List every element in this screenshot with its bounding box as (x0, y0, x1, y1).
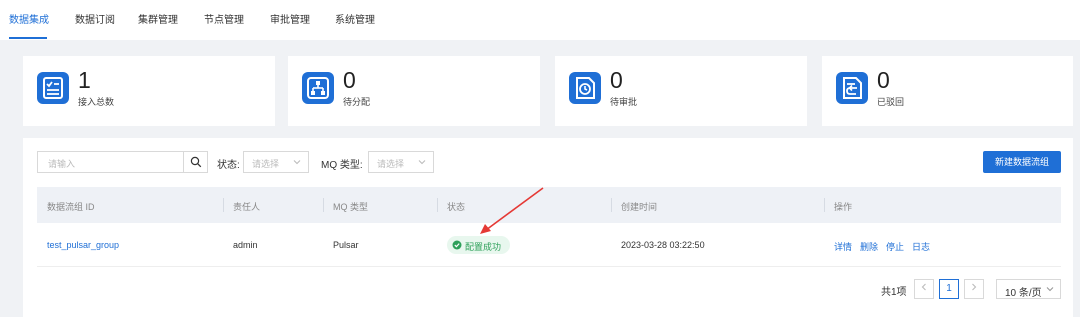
column-header-status: 状态 (447, 202, 466, 212)
table-header: 数据流组 ID 责任人 MQ 类型 状态 创建时间 操作 (37, 187, 1061, 223)
column-separator (611, 198, 612, 212)
tab-data-subscription[interactable]: 数据订阅 (75, 11, 115, 26)
chevron-right-icon (972, 283, 977, 291)
tab-node-management[interactable]: 节点管理 (204, 11, 244, 26)
owner-cell: admin (233, 240, 258, 250)
chevron-down-icon (293, 160, 301, 165)
mq-type-select[interactable]: 请选择 (368, 151, 434, 173)
tab-data-integration[interactable]: 数据集成 (9, 11, 49, 26)
stat-label: 待审批 (610, 97, 638, 107)
detail-action-link[interactable]: 详情 (834, 240, 852, 253)
stat-count: 0 (877, 67, 890, 93)
mq-filter-label: MQ 类型: (321, 160, 363, 171)
search-placeholder: 请输入 (48, 159, 76, 169)
search-input[interactable]: 请输入 (37, 151, 208, 173)
pagination-total: 共1项 (881, 287, 907, 298)
status-select[interactable]: 请选择 (243, 151, 309, 173)
next-page-button[interactable] (964, 279, 984, 299)
column-header-actions: 操作 (834, 202, 853, 212)
stat-label: 已驳回 (877, 97, 905, 107)
status-select-placeholder: 请选择 (252, 159, 280, 169)
status-text: 配置成功 (465, 242, 502, 252)
page-number-button[interactable]: 1 (939, 279, 959, 299)
search-button[interactable] (183, 152, 207, 172)
check-circle-icon (452, 240, 462, 250)
stat-count: 1 (78, 67, 91, 93)
tab-cluster-management[interactable]: 集群管理 (138, 11, 178, 26)
stop-action-link[interactable]: 停止 (886, 240, 904, 253)
column-header-mq-type: MQ 类型 (333, 202, 368, 212)
clock-document-icon (569, 72, 601, 104)
stat-card-total: 1 接入总数 (23, 56, 275, 126)
stat-count: 0 (610, 67, 623, 93)
page-size-value: 10 条/页 (1005, 288, 1042, 299)
page-size-select[interactable]: 10 条/页 (996, 279, 1061, 299)
column-separator (223, 198, 224, 212)
new-data-flow-group-button[interactable]: 新建数据流组 (983, 151, 1061, 173)
stat-count: 0 (343, 67, 356, 93)
stat-card-pending-assign: 0 待分配 (288, 56, 540, 126)
tab-system-management[interactable]: 系统管理 (335, 11, 375, 26)
status-badge: 配置成功 (447, 236, 510, 254)
data-flow-panel: 请输入 状态: 请选择 MQ 类型: 请选择 新建数据流组 数据流组 ID 责任… (23, 138, 1073, 317)
table-row: test_pulsar_group admin Pulsar 配置成功 2023… (37, 223, 1061, 267)
list-check-icon (37, 72, 69, 104)
chevron-down-icon (1046, 287, 1054, 292)
status-filter-label: 状态: (217, 160, 240, 171)
column-separator (323, 198, 324, 212)
chevron-left-icon (921, 283, 926, 291)
top-nav: 数据集成 数据订阅 集群管理 节点管理 审批管理 系统管理 (0, 0, 1080, 40)
column-separator (824, 198, 825, 212)
return-document-icon (836, 72, 868, 104)
stat-card-pending-approval: 0 待审批 (555, 56, 807, 126)
prev-page-button[interactable] (914, 279, 934, 299)
tab-approval-management[interactable]: 审批管理 (270, 11, 310, 26)
stat-label: 待分配 (343, 97, 371, 107)
data-flow-group-id-link[interactable]: test_pulsar_group (47, 240, 119, 250)
mq-select-placeholder: 请选择 (377, 159, 405, 169)
search-icon (190, 156, 202, 168)
chevron-down-icon (418, 160, 426, 165)
column-header-created: 创建时间 (621, 202, 658, 212)
active-tab-indicator (9, 37, 47, 39)
created-time-cell: 2023-03-28 03:22:50 (621, 240, 705, 250)
mq-type-cell: Pulsar (333, 240, 359, 250)
column-separator (437, 198, 438, 212)
column-header-owner: 责任人 (233, 202, 261, 212)
column-header-id: 数据流组 ID (47, 202, 95, 212)
stat-card-rejected: 0 已驳回 (822, 56, 1073, 126)
delete-action-link[interactable]: 删除 (860, 240, 878, 253)
stat-label: 接入总数 (78, 97, 115, 107)
org-chart-icon (302, 72, 334, 104)
log-action-link[interactable]: 日志 (912, 240, 930, 253)
